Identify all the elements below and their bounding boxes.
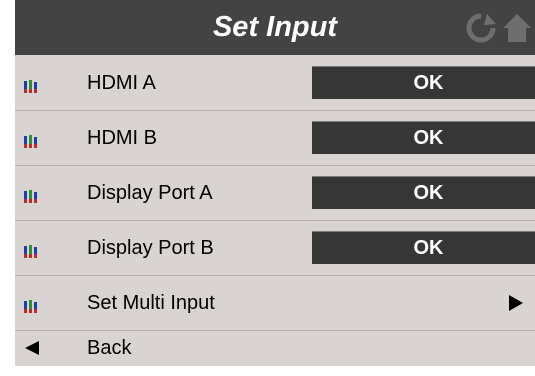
back-label: Back (87, 337, 132, 359)
set-input-screen: Set Input HDMI A OK HDMI B OK Display Po… (15, 0, 535, 366)
page-title: Set Input (212, 11, 338, 43)
item-label: HDMI A (87, 72, 156, 94)
status-button[interactable]: OK (312, 176, 535, 209)
input-connector-icon (24, 80, 37, 93)
input-connector-icon (24, 190, 37, 203)
home-icon[interactable] (501, 12, 533, 44)
back-item[interactable]: Back (15, 320, 535, 376)
chevron-right-icon (509, 295, 523, 311)
input-item-display-port-b[interactable]: Display Port B OK (15, 220, 535, 276)
refresh-icon[interactable] (465, 12, 497, 44)
item-label: Display Port B (87, 237, 214, 259)
status-button[interactable]: OK (312, 231, 535, 264)
item-label: HDMI B (87, 127, 157, 149)
title-icons (465, 12, 535, 44)
input-item-hdmi-b[interactable]: HDMI B OK (15, 110, 535, 166)
input-connector-icon (24, 135, 37, 148)
back-arrow-icon (25, 341, 39, 355)
item-label: Display Port A (87, 182, 213, 204)
input-connector-icon (24, 245, 37, 258)
status-button[interactable]: OK (312, 66, 535, 99)
input-item-hdmi-a[interactable]: HDMI A OK (15, 55, 535, 111)
status-button[interactable]: OK (312, 121, 535, 154)
input-connector-icon (24, 300, 37, 313)
input-item-display-port-a[interactable]: Display Port A OK (15, 165, 535, 221)
title-bar: Set Input (15, 0, 535, 55)
